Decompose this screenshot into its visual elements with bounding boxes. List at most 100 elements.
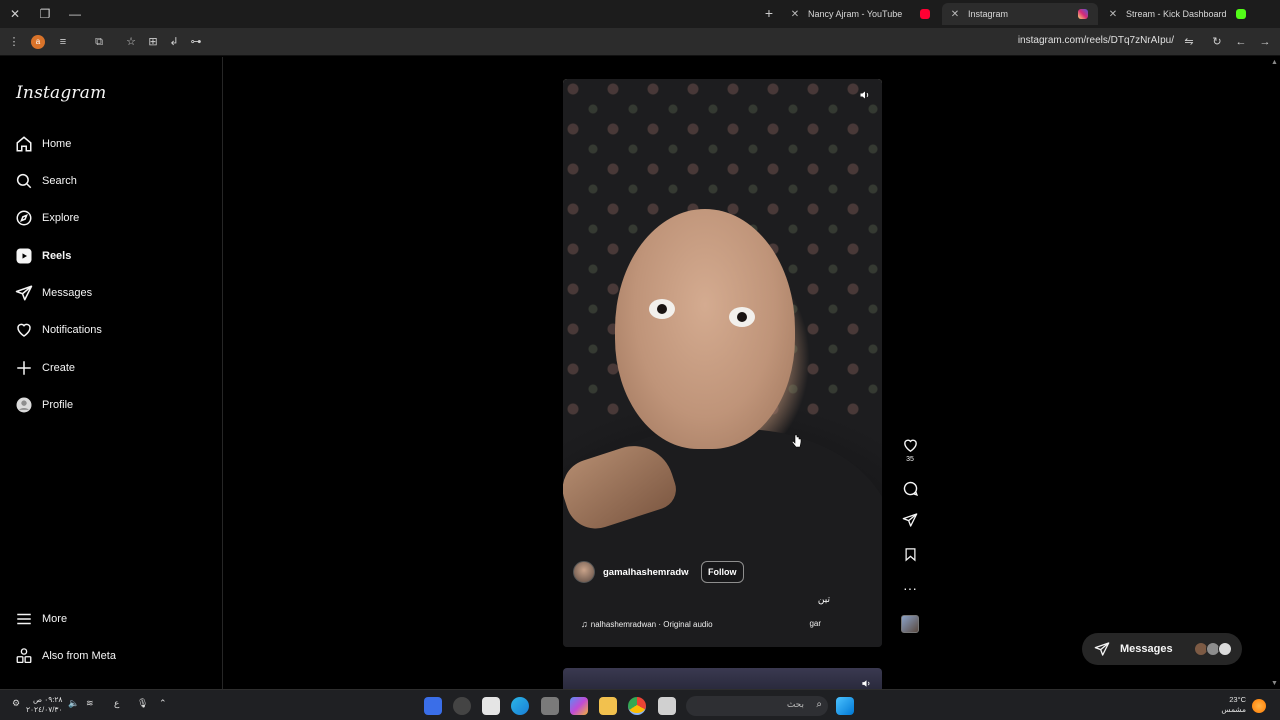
wifi-icon[interactable]: ≋ — [86, 698, 94, 709]
reel-audio[interactable]: ♫ nalhashemradwan · Original audio gar — [581, 619, 821, 629]
sidebar-item-notifications[interactable]: Notifications — [14, 316, 210, 344]
share-button[interactable] — [900, 510, 920, 530]
forward-icon[interactable]: → — [1257, 34, 1273, 50]
scroll-up-icon[interactable]: ▲ — [1271, 59, 1278, 66]
sidebar-item-search[interactable]: Search — [14, 167, 210, 195]
menu-icon[interactable]: ⋮ — [6, 34, 22, 50]
tab-youtube[interactable]: ✕ Nancy Ajram - YouTube — [782, 3, 940, 25]
send-icon — [902, 513, 918, 527]
sidebar-item-home[interactable]: Home — [14, 130, 210, 158]
messenger-icon — [14, 283, 34, 303]
address-bar[interactable]: instagram.com/reels/DTq7zNrAIpu/ — [1018, 35, 1174, 46]
close-window-icon[interactable]: ✕ — [6, 5, 24, 23]
language-indicator[interactable]: ع — [114, 698, 119, 709]
heart-icon — [903, 439, 917, 452]
more-options-icon[interactable]: ··· — [900, 578, 920, 598]
restore-window-icon[interactable]: ❐ — [36, 5, 54, 23]
reel-video[interactable]: gamalhashemradwan Follow تين ♫ nalhashem… — [563, 79, 882, 647]
volume-icon[interactable] — [858, 89, 872, 103]
comment-button[interactable] — [900, 478, 920, 498]
taskbar-clock[interactable]: ٠٩:٢٨ ص ٢٠٢٤/٠٧/٣٠ — [26, 695, 62, 715]
star-icon[interactable]: ☆ — [123, 34, 139, 50]
tune-icon[interactable]: ⇋ — [1181, 34, 1197, 50]
tab-kick[interactable]: ✕ Stream - Kick Dashboard — [1100, 3, 1256, 25]
file-explorer-icon[interactable] — [599, 697, 617, 715]
taskbar-search[interactable]: بحث ⌕ — [686, 696, 828, 716]
copilot-icon[interactable] — [570, 697, 588, 715]
title-bar: ✕ ❐ — + ✕ Nancy Ajram - YouTube ✕ Instag… — [0, 0, 1280, 28]
show-hidden-icons-icon[interactable]: ⌃ — [159, 698, 167, 709]
read-aloud-icon[interactable]: ⊶ — [188, 34, 204, 50]
messages-button[interactable]: Messages — [1082, 633, 1242, 665]
contact-avatar — [1218, 642, 1232, 656]
collections-icon[interactable]: ⊞ — [145, 34, 161, 50]
tab-label: Instagram — [968, 9, 1009, 19]
sun-icon — [1252, 699, 1266, 713]
scroll-down-icon[interactable]: ▼ — [1271, 680, 1278, 687]
app-icon-meet[interactable] — [424, 697, 442, 715]
page-scrollbar[interactable]: ▲ ▼ — [1270, 57, 1280, 689]
comment-icon — [903, 481, 918, 496]
messages-label: Messages — [1120, 643, 1173, 655]
tab-label: Nancy Ajram - YouTube — [808, 9, 903, 19]
app-icon-3d[interactable] — [541, 697, 559, 715]
next-reel-preview[interactable] — [563, 668, 882, 689]
weather-widget[interactable]: 23°C مشمس — [1216, 695, 1246, 715]
new-tab-button[interactable]: + — [762, 5, 776, 21]
browser-toolbar: ⋮ a ≡ ⧉ ☆ ⊞ ↲ ⊶ instagram.com/reels/DTq7… — [0, 28, 1280, 56]
search-icon: ⌕ — [816, 699, 822, 710]
clock-date: ٢٠٢٤/٠٧/٣٠ — [26, 705, 63, 714]
share-icon[interactable]: ↲ — [166, 34, 182, 50]
like-button[interactable] — [900, 435, 920, 455]
meta-apps-icon — [14, 646, 34, 666]
extensions-icon[interactable]: ⧉ — [91, 34, 107, 50]
close-tab-icon[interactable]: ✕ — [1108, 9, 1118, 20]
close-tab-icon[interactable]: ✕ — [790, 9, 800, 20]
author-avatar[interactable] — [573, 561, 595, 583]
audio-label-extra: gar — [809, 619, 821, 628]
author-username[interactable]: gamalhashemradwan — [603, 567, 689, 578]
windows-start-icon[interactable] — [836, 697, 854, 715]
tab-instagram[interactable]: ✕ Instagram — [942, 3, 1098, 25]
reload-icon[interactable]: ↻ — [1209, 34, 1225, 50]
profile-avatar-icon[interactable]: a — [31, 35, 45, 49]
clock-time: ٠٩:٢٨ ص — [33, 695, 63, 704]
sidebar-item-messages[interactable]: Messages — [14, 279, 210, 307]
sidebar-item-label: Search — [42, 175, 77, 187]
sidebar-item-more[interactable]: More — [14, 605, 210, 633]
music-note-icon: ♫ — [581, 619, 588, 629]
eye — [649, 299, 675, 319]
close-tab-icon[interactable]: ✕ — [950, 9, 960, 20]
store-icon[interactable] — [482, 697, 500, 715]
save-button[interactable] — [900, 544, 920, 564]
avatar-icon — [14, 395, 34, 415]
instagram-logo[interactable]: Instagram — [16, 83, 106, 103]
sidebar: Instagram Home Search Explore Reels Mess… — [0, 57, 223, 689]
sidebar-item-create[interactable]: Create — [14, 354, 210, 382]
minimize-window-icon[interactable]: — — [66, 5, 84, 23]
edge-icon[interactable] — [511, 697, 529, 715]
network-settings-icon[interactable]: ⚙ — [12, 698, 20, 709]
app-icon-recorder[interactable] — [453, 697, 471, 715]
volume-icon[interactable]: 🔈 — [68, 698, 79, 709]
search-icon — [14, 171, 34, 191]
sidebar-item-label: More — [42, 613, 68, 625]
follow-button[interactable]: Follow — [701, 561, 744, 583]
audio-label: nalhashemradwan · Original audio — [590, 619, 713, 629]
sidebar-item-profile[interactable]: Profile — [14, 391, 210, 419]
audio-thumbnail[interactable] — [901, 615, 919, 633]
sidebar-item-reels[interactable]: Reels — [14, 242, 210, 270]
sidebar-item-label: Create — [42, 362, 76, 374]
microphone-icon[interactable]: 🎙 — [137, 698, 148, 709]
mouse-cursor-icon — [792, 434, 802, 448]
sidebar-item-label: Explore — [42, 212, 80, 224]
sidebar-item-label: Messages — [42, 287, 93, 299]
back-icon[interactable]: ← — [1233, 34, 1249, 50]
sidebar-item-explore[interactable]: Explore — [14, 204, 210, 232]
reels-icon — [14, 246, 34, 266]
kick-icon — [1236, 9, 1246, 19]
reading-list-icon[interactable]: ≡ — [55, 34, 71, 50]
task-view-icon[interactable] — [658, 697, 676, 715]
chrome-icon[interactable] — [628, 697, 646, 715]
sidebar-item-also-from-meta[interactable]: Also from Meta — [14, 642, 210, 670]
